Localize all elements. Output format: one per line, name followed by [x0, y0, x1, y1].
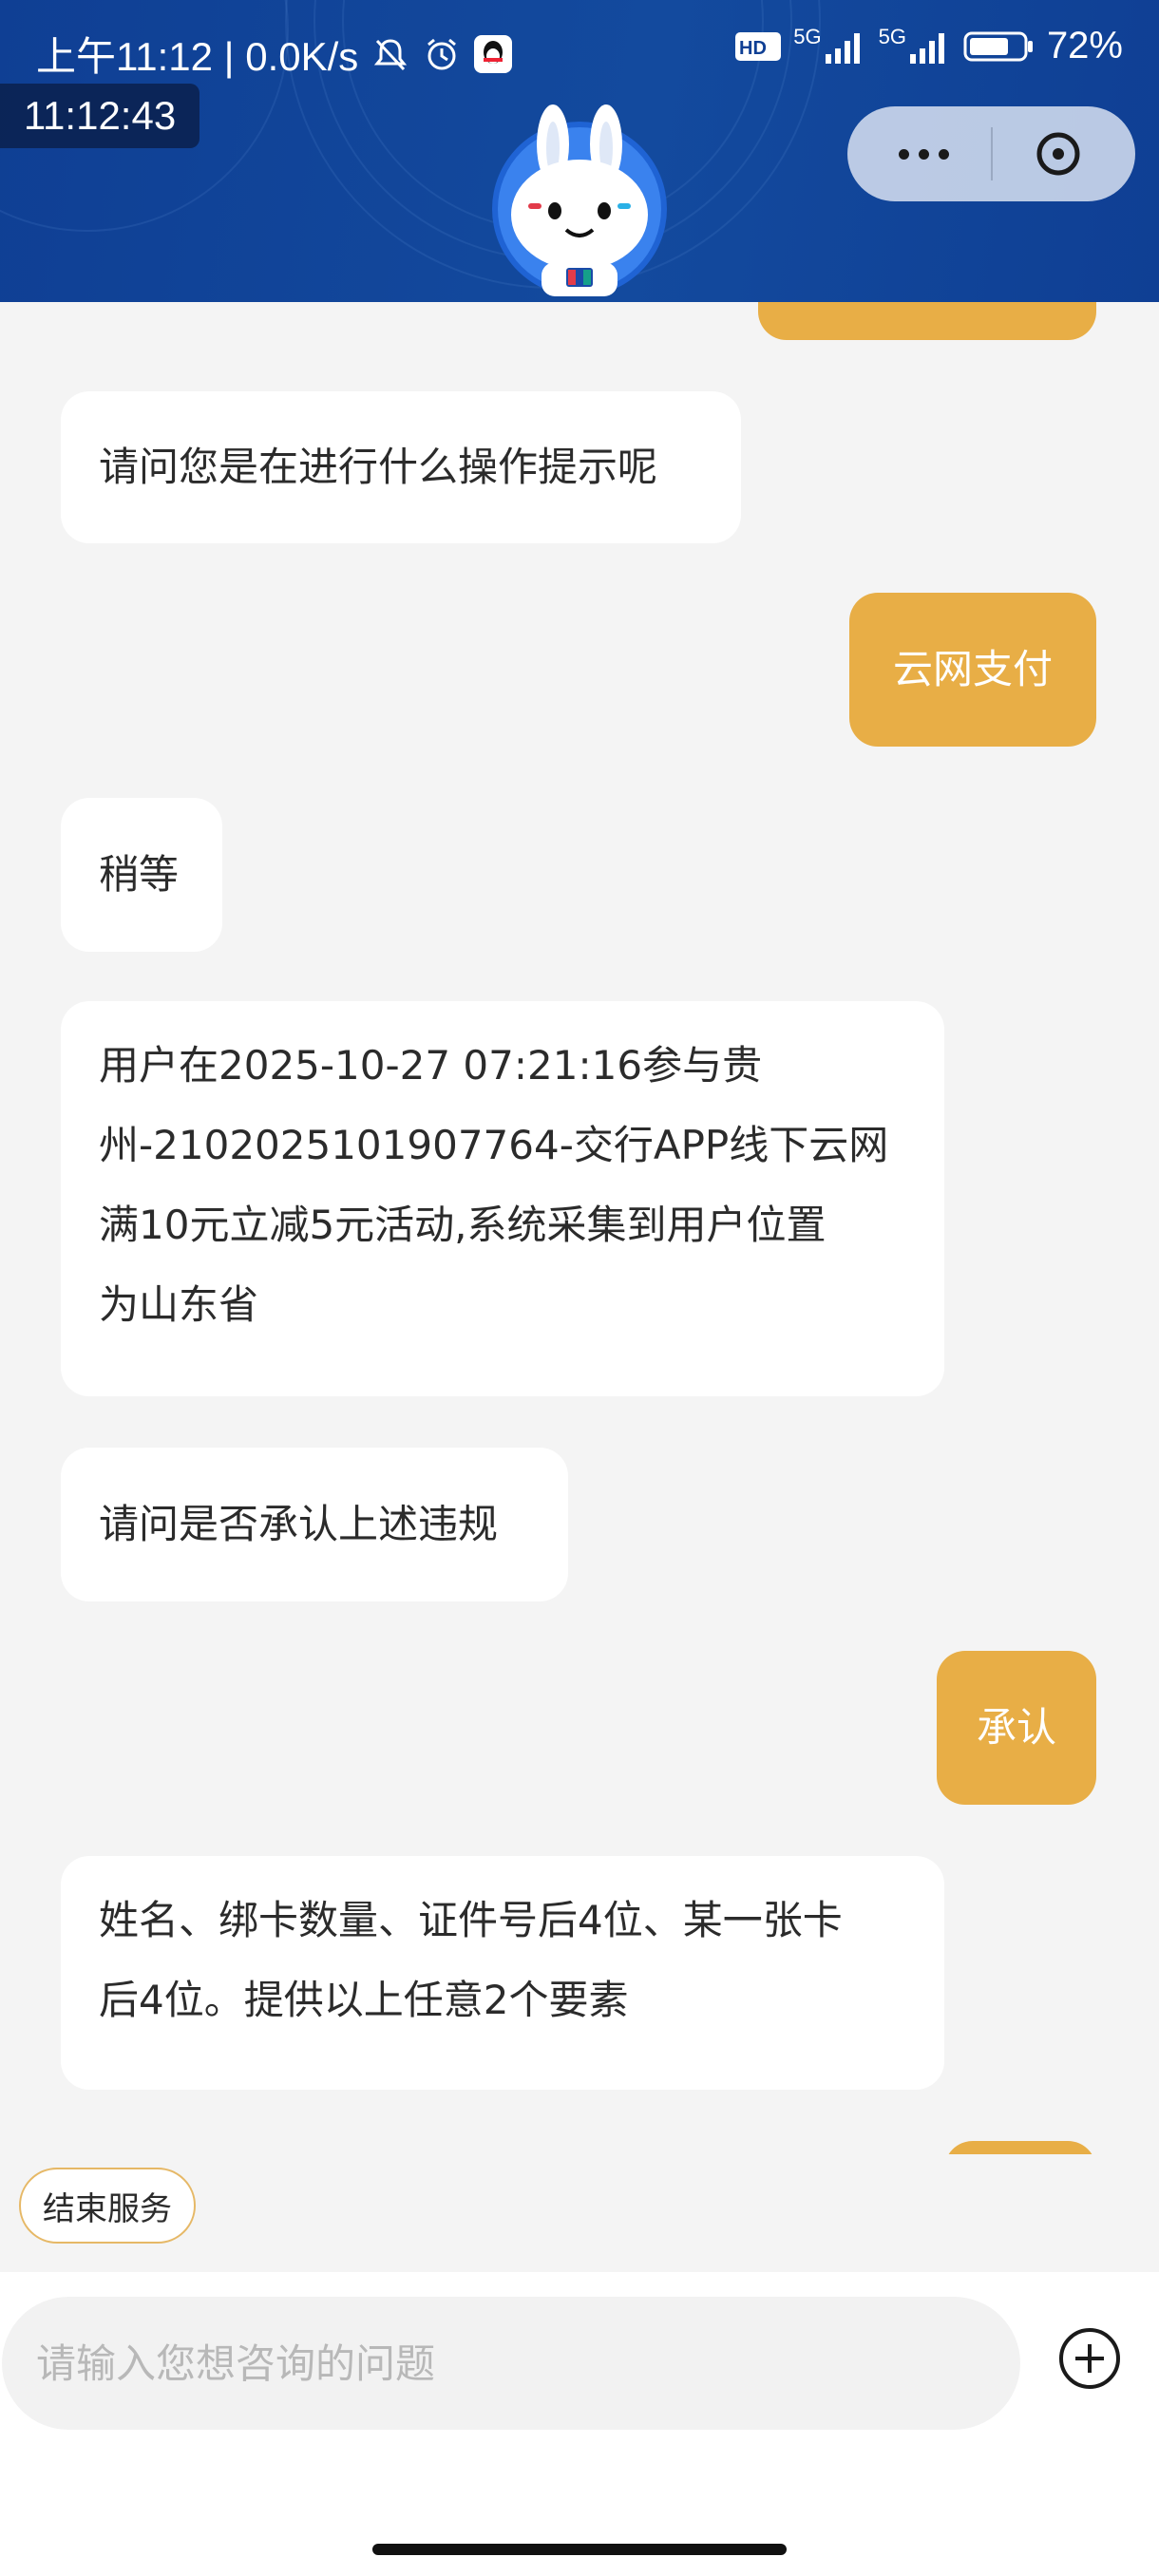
- capsule-menu: [847, 106, 1135, 201]
- message-line: 州-2102025101907764-交行APP线下云网: [99, 1122, 889, 1168]
- user-message: 承认: [937, 1651, 1096, 1805]
- message-text: 稍等: [99, 851, 180, 898]
- battery-icon: [963, 31, 1033, 61]
- capsule-divider: [991, 127, 993, 180]
- message-line: 后4位。提供以上任意2个要素: [99, 1977, 629, 2023]
- header: 上午11:12 | 0.0K/s HD 5G 5G 72% 11:12:43: [0, 0, 1159, 302]
- input-bar: [0, 2272, 1159, 2576]
- mute-bell-icon: [374, 38, 408, 70]
- network-type-1: 5G: [793, 25, 822, 48]
- agent-message: 稍等: [61, 798, 222, 952]
- alarm-icon: [428, 38, 457, 69]
- more-dots-icon[interactable]: [885, 130, 961, 178]
- signal-icon: [825, 32, 860, 64]
- message-line: 为山东省: [99, 1281, 259, 1328]
- plus-circle-icon[interactable]: [1056, 2325, 1123, 2392]
- battery-percent: 72%: [1046, 25, 1123, 66]
- end-service-label: 结束服务: [43, 2189, 172, 2228]
- end-service-button[interactable]: 结束服务: [19, 2168, 196, 2244]
- svg-text:HD: HD: [739, 38, 767, 59]
- user-message-partial: [944, 2141, 1096, 2154]
- time-overlay-text: 11:12:43: [23, 93, 177, 138]
- mascot-avatar: [492, 104, 667, 296]
- status-right: HD 5G 5G 72%: [734, 25, 1123, 67]
- status-time-netspeed: 上午11:12 | 0.0K/s: [36, 34, 359, 79]
- hd-voice-icon: HD: [735, 31, 782, 61]
- message-text: 请问您是在进行什么操作提示呢: [99, 444, 658, 490]
- agent-message: 姓名、绑卡数量、证件号后4位、某一张卡 后4位。提供以上任意2个要素: [61, 1856, 944, 2090]
- network-type-2: 5G: [878, 25, 906, 48]
- message-text: 承认: [976, 1704, 1056, 1751]
- agent-message: 请问是否承认上述违规: [61, 1448, 568, 1601]
- qq-app-icon: [474, 34, 513, 73]
- message-input[interactable]: [2, 2297, 1020, 2430]
- chat-messages[interactable]: 请问您是在进行什么操作提示呢 云网支付 稍等 用户在2025-10-27 07:…: [0, 302, 1159, 2154]
- agent-message: 请问您是在进行什么操作提示呢: [61, 391, 741, 543]
- chat-screen: 上午11:12 | 0.0K/s HD 5G 5G 72% 11:12:43 请…: [0, 0, 1159, 2576]
- message-line: 用户在2025-10-27 07:21:16参与贵: [99, 1042, 763, 1089]
- message-text: 云网支付: [892, 646, 1053, 692]
- home-indicator[interactable]: [372, 2544, 787, 2555]
- close-circle-icon[interactable]: [1034, 129, 1083, 179]
- message-line: 姓名、绑卡数量、证件号后4位、某一张卡: [99, 1897, 843, 1943]
- agent-message: 用户在2025-10-27 07:21:16参与贵 州-210202510190…: [61, 1001, 944, 1396]
- message-line: 满10元立减5元活动,系统采集到用户位置: [99, 1202, 826, 1248]
- time-overlay: 11:12:43: [0, 84, 200, 148]
- status-bar: 上午11:12 | 0.0K/s HD 5G 5G 72%: [0, 0, 1159, 95]
- user-message: 云网支付: [849, 593, 1096, 747]
- signal-icon: [909, 32, 944, 64]
- user-message-partial: [758, 302, 1096, 340]
- message-text: 请问是否承认上述违规: [99, 1501, 499, 1547]
- status-left: 上午11:12 | 0.0K/s: [36, 25, 513, 83]
